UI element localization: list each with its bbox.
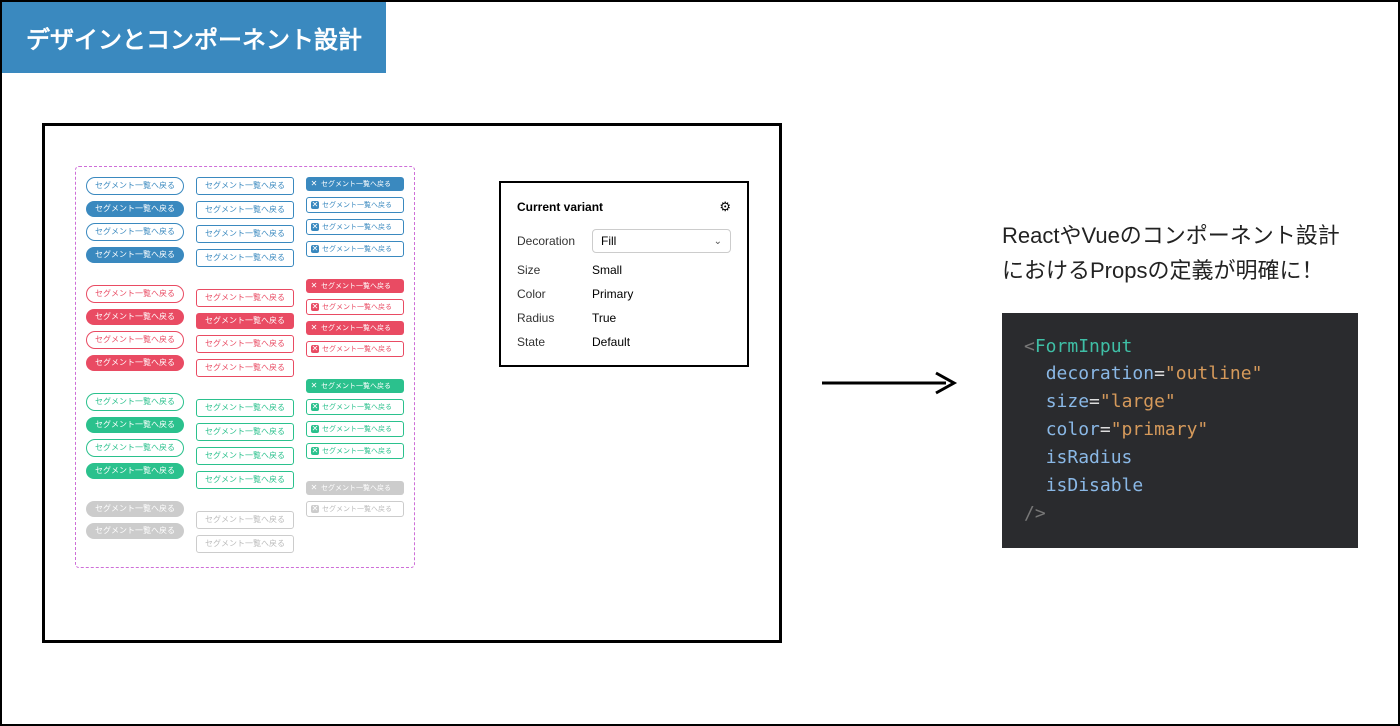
btn[interactable]: セグメント一覧へ戻る: [86, 223, 184, 241]
btn[interactable]: セグメント一覧へ戻る: [196, 335, 294, 353]
sliders-icon[interactable]: ⚙: [719, 199, 731, 215]
btn[interactable]: ✕セグメント一覧へ戻る: [306, 399, 404, 415]
prop-value: Small: [592, 263, 622, 277]
btn[interactable]: セグメント一覧へ戻る: [196, 177, 294, 195]
plus-icon: ✕: [310, 484, 318, 492]
slide-title: デザインとコンポーネント設計: [2, 2, 386, 73]
btn[interactable]: ✕セグメント一覧へ戻る: [306, 241, 404, 257]
chevron-down-icon: ⌄: [714, 236, 722, 247]
btn[interactable]: セグメント一覧へ戻る: [196, 225, 294, 243]
code-block: <FormInput decoration="outline" size="la…: [1002, 313, 1358, 548]
plus-icon: ✕: [311, 425, 319, 433]
btn[interactable]: ✕セグメント一覧へ戻る: [306, 177, 404, 191]
prop-value: True: [592, 311, 616, 325]
plus-icon: ✕: [310, 282, 318, 290]
btn[interactable]: ✕セグメント一覧へ戻る: [306, 219, 404, 235]
prop-label: Decoration: [517, 234, 592, 248]
btn[interactable]: ✕セグメント一覧へ戻る: [306, 421, 404, 437]
btn[interactable]: セグメント一覧へ戻る: [86, 309, 184, 325]
col-square: セグメント一覧へ戻る セグメント一覧へ戻る セグメント一覧へ戻る セグメント一覧…: [196, 177, 294, 553]
prop-value: Primary: [592, 287, 633, 301]
right-panel: ReactやVueのコンポーネント設計におけるPropsの定義が明確に！ <Fo…: [1002, 218, 1358, 548]
prop-label: Color: [517, 287, 592, 301]
btn[interactable]: セグメント一覧へ戻る: [196, 447, 294, 465]
slide-content: セグメント一覧へ戻る セグメント一覧へ戻る セグメント一覧へ戻る セグメント一覧…: [2, 73, 1398, 643]
plus-icon: ✕: [311, 245, 319, 253]
btn[interactable]: セグメント一覧へ戻る: [196, 423, 294, 441]
btn[interactable]: セグメント一覧へ戻る: [86, 417, 184, 433]
btn[interactable]: セグメント一覧へ戻る: [196, 313, 294, 329]
decoration-select[interactable]: Fill ⌄: [592, 229, 731, 253]
btn[interactable]: ✕セグメント一覧へ戻る: [306, 197, 404, 213]
btn[interactable]: ✕セグメント一覧へ戻る: [306, 321, 404, 335]
plus-icon: ✕: [310, 324, 318, 332]
col-pill: セグメント一覧へ戻る セグメント一覧へ戻る セグメント一覧へ戻る セグメント一覧…: [86, 177, 184, 553]
plus-icon: ✕: [311, 403, 319, 411]
plus-icon: ✕: [311, 447, 319, 455]
btn[interactable]: セグメント一覧へ戻る: [86, 247, 184, 263]
btn[interactable]: ✕セグメント一覧へ戻る: [306, 443, 404, 459]
btn[interactable]: セグメント一覧へ戻る: [196, 535, 294, 553]
btn[interactable]: セグメント一覧へ戻る: [196, 249, 294, 267]
btn[interactable]: セグメント一覧へ戻る: [196, 471, 294, 489]
btn[interactable]: ✕セグメント一覧へ戻る: [306, 501, 404, 517]
plus-icon: ✕: [311, 303, 319, 311]
btn[interactable]: セグメント一覧へ戻る: [86, 285, 184, 303]
btn[interactable]: セグメント一覧へ戻る: [86, 201, 184, 217]
prop-value: Default: [592, 335, 630, 349]
btn[interactable]: セグメント一覧へ戻る: [86, 355, 184, 371]
plus-icon: ✕: [311, 505, 319, 513]
btn[interactable]: セグメント一覧へ戻る: [196, 399, 294, 417]
col-mini: ✕セグメント一覧へ戻る ✕セグメント一覧へ戻る ✕セグメント一覧へ戻る ✕セグメ…: [306, 177, 404, 553]
btn[interactable]: セグメント一覧へ戻る: [86, 177, 184, 195]
variant-board: セグメント一覧へ戻る セグメント一覧へ戻る セグメント一覧へ戻る セグメント一覧…: [75, 166, 415, 568]
btn[interactable]: セグメント一覧へ戻る: [196, 289, 294, 307]
prop-label: Size: [517, 263, 592, 277]
btn[interactable]: セグメント一覧へ戻る: [196, 511, 294, 529]
design-canvas: セグメント一覧へ戻る セグメント一覧へ戻る セグメント一覧へ戻る セグメント一覧…: [42, 123, 782, 643]
btn[interactable]: セグメント一覧へ戻る: [86, 331, 184, 349]
plus-icon: ✕: [311, 223, 319, 231]
btn[interactable]: セグメント一覧へ戻る: [86, 523, 184, 539]
variant-panel: Current variant ⚙ Decoration Fill ⌄ Size…: [499, 181, 749, 367]
btn[interactable]: ✕セグメント一覧へ戻る: [306, 279, 404, 293]
description-text: ReactやVueのコンポーネント設計におけるPropsの定義が明確に！: [1002, 218, 1358, 288]
prop-label: State: [517, 335, 592, 349]
arrow-icon: [802, 371, 982, 395]
btn[interactable]: ✕セグメント一覧へ戻る: [306, 341, 404, 357]
btn[interactable]: セグメント一覧へ戻る: [86, 439, 184, 457]
plus-icon: ✕: [310, 382, 318, 390]
btn[interactable]: セグメント一覧へ戻る: [86, 463, 184, 479]
btn[interactable]: セグメント一覧へ戻る: [196, 201, 294, 219]
btn[interactable]: セグメント一覧へ戻る: [86, 393, 184, 411]
slide: デザインとコンポーネント設計 セグメント一覧へ戻る セグメント一覧へ戻る セグメ…: [0, 0, 1400, 726]
btn[interactable]: セグメント一覧へ戻る: [196, 359, 294, 377]
plus-icon: ✕: [310, 180, 318, 188]
btn[interactable]: ✕セグメント一覧へ戻る: [306, 481, 404, 495]
prop-label: Radius: [517, 311, 592, 325]
plus-icon: ✕: [311, 345, 319, 353]
btn[interactable]: セグメント一覧へ戻る: [86, 501, 184, 517]
btn[interactable]: ✕セグメント一覧へ戻る: [306, 379, 404, 393]
panel-heading: Current variant: [517, 200, 603, 214]
plus-icon: ✕: [311, 201, 319, 209]
btn[interactable]: ✕セグメント一覧へ戻る: [306, 299, 404, 315]
